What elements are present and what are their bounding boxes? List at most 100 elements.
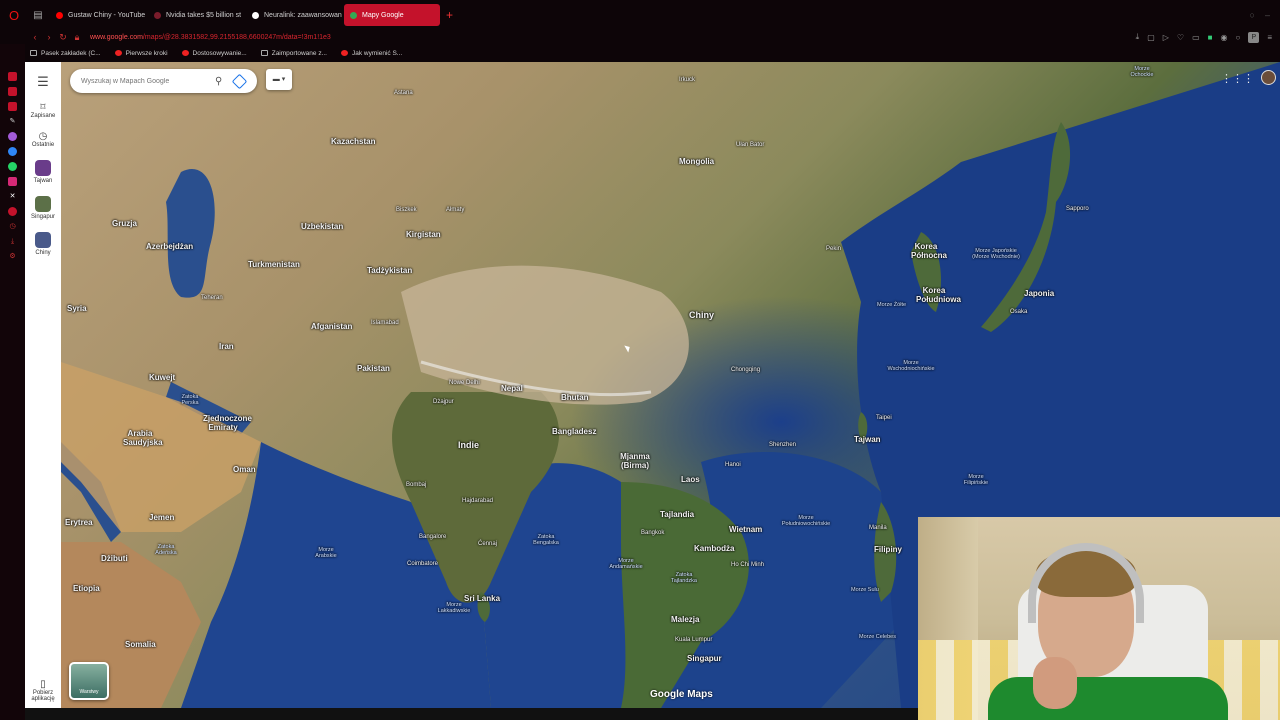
- map-label[interactable]: Tajlandia: [660, 510, 694, 519]
- map-label[interactable]: Morze Japońskie (Morze Wschodnie): [966, 248, 1026, 260]
- recent-china[interactable]: Chiny: [35, 232, 51, 256]
- google-apps-icon[interactable]: ⋮⋮⋮: [1221, 72, 1254, 85]
- map-label[interactable]: Korea Południowa: [916, 286, 961, 304]
- map-label[interactable]: Biszkek: [396, 207, 417, 213]
- back-icon[interactable]: ‹: [28, 32, 42, 42]
- map-label[interactable]: Osaka: [1010, 309, 1027, 315]
- map-label[interactable]: Zatoka Adeńska: [151, 544, 181, 556]
- tab-youtube[interactable]: Gustaw Chiny - YouTube: [50, 4, 146, 26]
- map-label[interactable]: Morze Ochockie: [1126, 66, 1158, 78]
- map-label[interactable]: Tajwan: [854, 435, 881, 444]
- facebook-messenger-icon[interactable]: [8, 147, 17, 156]
- menu-icon[interactable]: ≡: [1267, 33, 1272, 42]
- map-label[interactable]: Nepal: [501, 384, 523, 393]
- settings-icon[interactable]: ⚙: [8, 252, 17, 261]
- map-label[interactable]: Filipiny: [874, 545, 902, 554]
- downloads-icon[interactable]: ⤓: [8, 237, 17, 246]
- map-label[interactable]: Etiopia: [73, 584, 100, 593]
- bookmark-item[interactable]: Jak wymienić S...: [341, 50, 402, 57]
- get-app-button[interactable]: ▯ Pobierz aplikację: [28, 679, 58, 702]
- map-label[interactable]: Uzbekistan: [301, 222, 343, 231]
- map-label[interactable]: Hanoi: [725, 462, 741, 468]
- saved-button[interactable]: ⌑ Zapisane: [31, 102, 56, 119]
- messenger-icon[interactable]: ○: [1235, 33, 1240, 42]
- map-label[interactable]: Bombaj: [406, 482, 426, 488]
- map-label[interactable]: Kuwejt: [149, 373, 175, 382]
- recent-singapore[interactable]: Singapur: [31, 196, 55, 220]
- map-label[interactable]: Chongqing: [731, 367, 760, 373]
- lock-icon[interactable]: 🔒︎: [70, 32, 84, 43]
- map-label[interactable]: Bangkok: [641, 530, 664, 536]
- layers-button[interactable]: Warstwy: [69, 662, 109, 700]
- recent-button[interactable]: ◷ Ostatnie: [32, 131, 54, 148]
- map-label[interactable]: Bangalore: [419, 534, 446, 540]
- whatsapp-icon[interactable]: [8, 162, 17, 171]
- map-label[interactable]: Dżajpur: [433, 399, 454, 405]
- x-icon[interactable]: ✕: [8, 192, 17, 201]
- map-label[interactable]: Ułan Bator: [736, 142, 764, 148]
- map-label[interactable]: Jemen: [149, 513, 174, 522]
- map-label[interactable]: Morze Filipińskie: [961, 474, 991, 486]
- workspace-icon[interactable]: [8, 87, 17, 96]
- map-label[interactable]: Taipei: [876, 415, 892, 421]
- map-label[interactable]: Malezja: [671, 615, 699, 624]
- url-field[interactable]: www.google.com/maps/@28.3831582,99.21551…: [90, 34, 331, 41]
- map-label[interactable]: Morze Lakkadiwskie: [434, 602, 474, 614]
- map-label[interactable]: Ałmaty: [446, 207, 464, 213]
- heart-icon[interactable]: ♡: [1177, 33, 1184, 42]
- play-icon[interactable]: ▷: [1163, 33, 1169, 42]
- map-label[interactable]: Japonia: [1024, 289, 1054, 298]
- tab-menu-icon[interactable]: ▤: [28, 10, 48, 21]
- map-label[interactable]: Mongolia: [679, 157, 714, 166]
- map-label[interactable]: Teheran: [201, 295, 223, 301]
- account-avatar[interactable]: [1261, 70, 1276, 85]
- map-label[interactable]: Pakistan: [357, 364, 390, 373]
- map-label[interactable]: Sapporo: [1066, 206, 1089, 212]
- map-label[interactable]: Manila: [869, 525, 887, 531]
- map-label[interactable]: Gruzja: [112, 219, 137, 228]
- map-label[interactable]: Kuala Lumpur: [675, 637, 712, 643]
- easy-setup-icon[interactable]: ◉: [1221, 33, 1228, 42]
- search-icon[interactable]: ⚲: [215, 76, 222, 87]
- map-label[interactable]: Morze Żółte: [877, 302, 906, 308]
- map-label[interactable]: Kirgistan: [406, 230, 441, 239]
- messenger-icon[interactable]: [8, 132, 17, 141]
- map-label[interactable]: Iran: [219, 342, 234, 351]
- map-label[interactable]: Coimbatore: [407, 561, 438, 567]
- map-label[interactable]: Morze Arabskie: [311, 547, 341, 559]
- bookmark-item[interactable]: Dostosowywanie...: [181, 50, 247, 57]
- map-label[interactable]: Azerbejdżan: [146, 242, 193, 251]
- download-icon[interactable]: ⤓: [1136, 32, 1140, 42]
- history-icon[interactable]: ◷: [8, 222, 17, 231]
- opera-logo-icon[interactable]: O: [0, 0, 28, 30]
- map-label[interactable]: Dżibuti: [101, 554, 128, 563]
- map-label[interactable]: Korea Północna: [911, 242, 947, 260]
- hamburger-menu-icon[interactable]: ☰: [37, 74, 49, 90]
- map-label[interactable]: Morze Andamańskie: [606, 558, 646, 570]
- map-label[interactable]: Tadżykistan: [367, 266, 412, 275]
- map-label[interactable]: Indie: [458, 440, 479, 450]
- spotify-icon[interactable]: [8, 207, 17, 216]
- map-label[interactable]: Nowe Delhi: [449, 380, 480, 386]
- map-label[interactable]: Astana: [394, 90, 413, 96]
- map-label[interactable]: Morze Sulu: [851, 587, 879, 593]
- reload-icon[interactable]: ↻: [56, 32, 70, 43]
- map-label[interactable]: Zatoka Bengalska: [531, 534, 561, 546]
- map-label[interactable]: Islamabad: [371, 320, 399, 326]
- map-label[interactable]: Morze Wschodniochińskie: [881, 360, 941, 372]
- minimize-icon[interactable]: –: [1265, 10, 1270, 20]
- map-label[interactable]: Afganistan: [311, 322, 352, 331]
- search-tabs-icon[interactable]: ○: [1250, 10, 1255, 20]
- map-label[interactable]: Wietnam: [729, 525, 762, 534]
- map-label[interactable]: Erytrea: [65, 518, 93, 527]
- map-label[interactable]: Chiny: [689, 310, 714, 320]
- bookmark-item[interactable]: Zaimportowane z...: [260, 50, 327, 57]
- map-label[interactable]: Kazachstan: [331, 137, 375, 146]
- bookmark-item[interactable]: Pierwsze kroki: [114, 50, 168, 57]
- instagram-icon[interactable]: [8, 177, 17, 186]
- map-label[interactable]: Zatoka Perska: [173, 394, 207, 406]
- map-label[interactable]: Laos: [681, 475, 700, 484]
- map-label[interactable]: Arabia Saudyjska: [123, 429, 163, 447]
- bookmark-item[interactable]: Pasek zakładek (C...: [30, 50, 101, 57]
- map-label[interactable]: Oman: [233, 465, 256, 474]
